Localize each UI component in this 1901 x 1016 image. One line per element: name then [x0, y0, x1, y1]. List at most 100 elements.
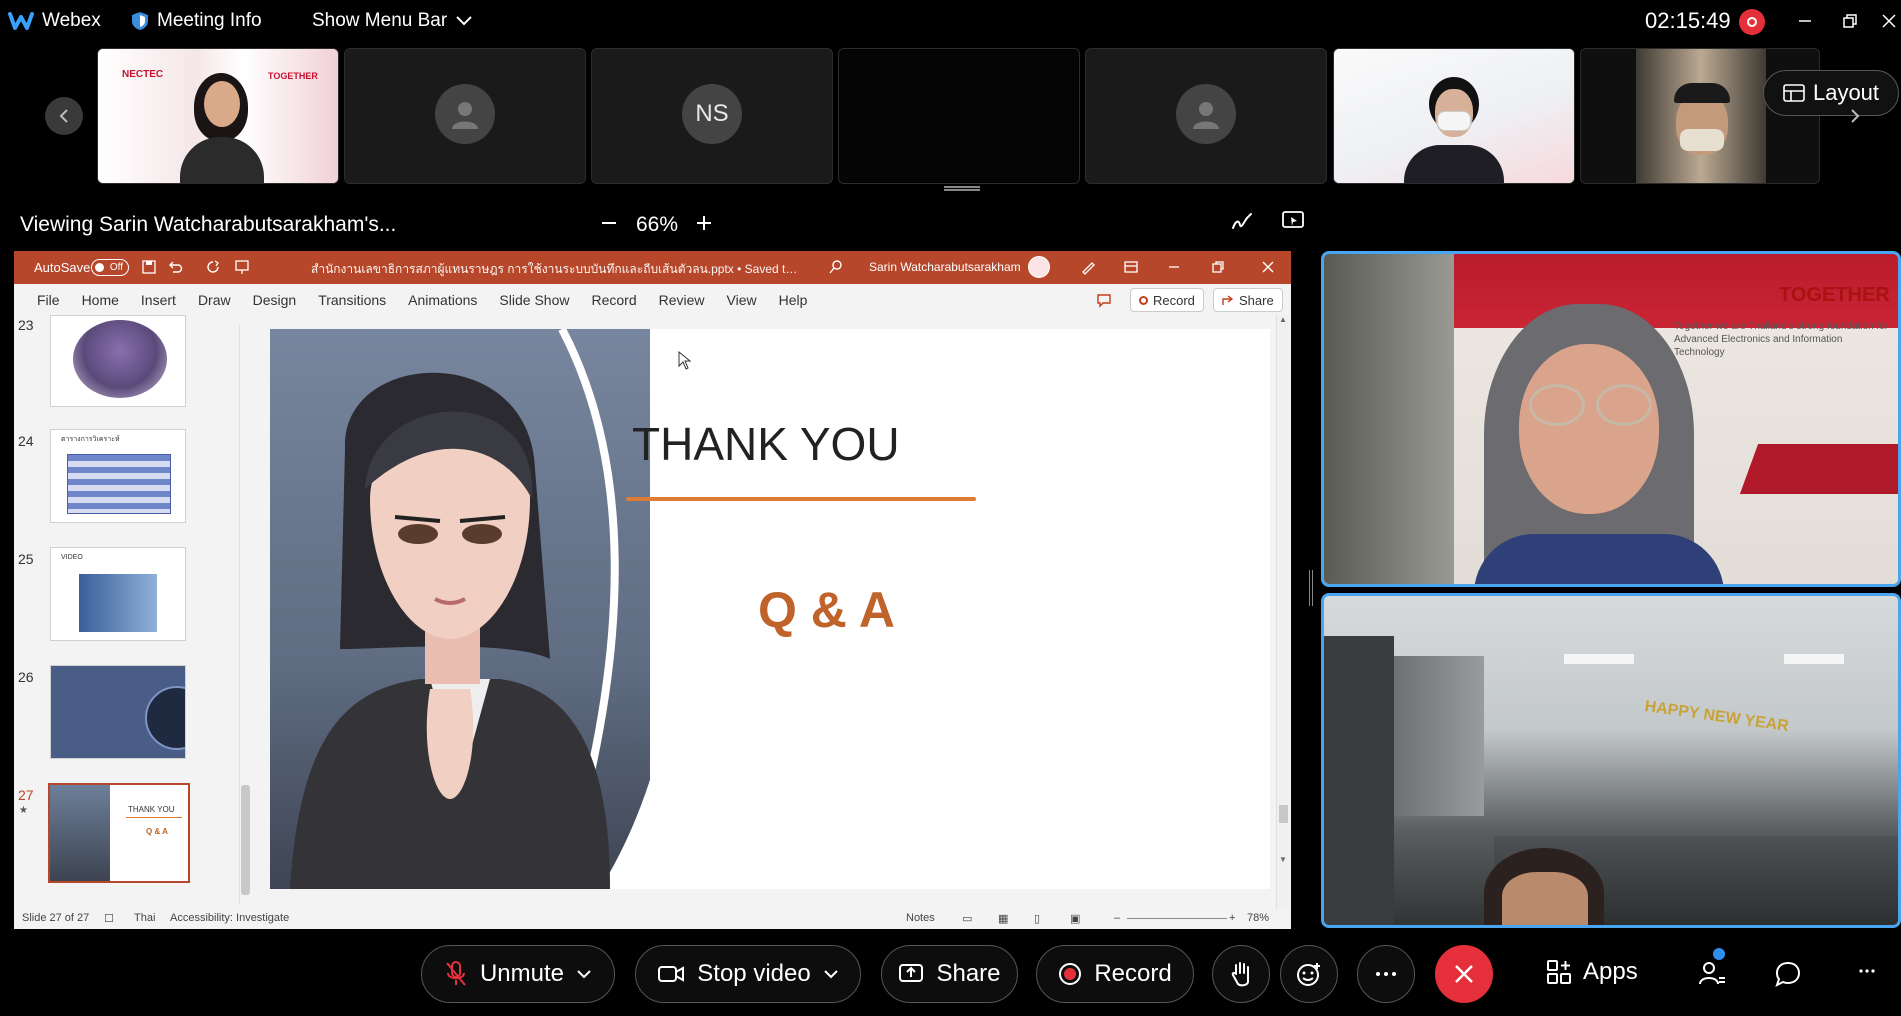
participant-thumbnail-2[interactable]: [344, 48, 586, 184]
slide-thumbnail-23[interactable]: [50, 315, 186, 407]
show-menu-bar-button[interactable]: Show Menu Bar: [312, 10, 473, 32]
reactions-button[interactable]: [1280, 945, 1338, 1003]
status-notes[interactable]: Notes: [906, 912, 935, 924]
slide-scrollbar[interactable]: ▲ ▼: [1276, 315, 1290, 909]
tile-banner-text: TOGETHER: [1779, 284, 1890, 306]
participant-thumbnail-4[interactable]: [838, 48, 1080, 184]
menu-help[interactable]: Help: [768, 292, 819, 308]
slide-thumbnail-24[interactable]: ตารางการวิเคราะห์: [50, 429, 186, 523]
star-icon: ★: [19, 805, 28, 816]
slide-thumbnail-26[interactable]: [50, 665, 186, 759]
person-body: [1474, 534, 1724, 584]
thumb-title: THANK YOU: [128, 805, 175, 814]
undo-icon[interactable]: [167, 259, 183, 275]
search-icon[interactable]: [828, 259, 844, 275]
slide-sorter-icon[interactable]: ▦: [998, 912, 1008, 925]
spellcheck-icon[interactable]: ☐: [104, 912, 114, 925]
ppt-record-button[interactable]: Record: [1130, 288, 1204, 312]
menu-view[interactable]: View: [716, 292, 768, 308]
menu-animations[interactable]: Animations: [397, 292, 488, 308]
save-icon[interactable]: [141, 259, 157, 275]
leave-meeting-button[interactable]: [1435, 945, 1493, 1003]
normal-view-icon[interactable]: ▭: [962, 912, 972, 925]
designer-icon[interactable]: [1080, 259, 1096, 275]
menu-design[interactable]: Design: [242, 292, 308, 308]
zoom-out-button[interactable]: [596, 210, 622, 236]
record-button[interactable]: Record: [1036, 945, 1194, 1003]
zoom-slider[interactable]: [1127, 918, 1227, 919]
slide-thumbnail-25[interactable]: VIDEO: [50, 547, 186, 641]
office-window: [1324, 636, 1394, 925]
overflow-menu-button[interactable]: [1858, 968, 1876, 974]
minimize-button[interactable]: [1787, 6, 1823, 36]
panel-resize-handle[interactable]: [1309, 570, 1313, 606]
ppt-restore-icon[interactable]: [1210, 259, 1226, 275]
ppt-close-icon[interactable]: [1260, 259, 1276, 275]
comments-icon[interactable]: [1096, 292, 1112, 308]
remote-control-button[interactable]: [1281, 210, 1305, 232]
meeting-info-button[interactable]: Meeting Info: [131, 10, 262, 32]
zoom-in-small[interactable]: +: [1229, 912, 1235, 924]
menu-file[interactable]: File: [26, 292, 71, 308]
slide-thumbnail-27[interactable]: THANK YOU Q & A: [48, 783, 190, 883]
prev-participants-button[interactable]: [45, 97, 83, 135]
mic-muted-icon: [444, 960, 468, 988]
ppt-minimize-icon[interactable]: [1166, 259, 1182, 275]
resize-handle[interactable]: [944, 186, 980, 191]
participant-thumbnail-5[interactable]: [1085, 48, 1327, 184]
menu-review[interactable]: Review: [648, 292, 716, 308]
apps-button[interactable]: Apps: [1545, 958, 1638, 986]
participants-button[interactable]: [1697, 948, 1727, 988]
menu-slide-show[interactable]: Slide Show: [488, 292, 580, 308]
ribbon-display-icon[interactable]: [1123, 259, 1139, 275]
unmute-button[interactable]: Unmute: [421, 945, 615, 1003]
status-accessibility[interactable]: Accessibility: Investigate: [170, 912, 289, 924]
annotate-button[interactable]: [1230, 210, 1254, 234]
zoom-out-small[interactable]: –: [1114, 912, 1120, 924]
menu-record[interactable]: Record: [580, 292, 647, 308]
ppt-record-label: Record: [1153, 292, 1195, 308]
mouse-cursor-icon: [678, 351, 692, 370]
zoom-level: 66%: [636, 213, 679, 236]
status-language[interactable]: Thai: [134, 912, 155, 924]
slideshow-view-icon[interactable]: ▣: [1070, 912, 1080, 925]
reading-view-icon[interactable]: ▯: [1034, 912, 1040, 925]
layout-button[interactable]: Layout: [1763, 70, 1899, 116]
menu-transitions[interactable]: Transitions: [307, 292, 397, 308]
chevron-down-icon[interactable]: [576, 969, 592, 979]
autosave-toggle[interactable]: Off: [91, 259, 129, 276]
video-tile-office[interactable]: HAPPY NEW YEAR: [1321, 593, 1901, 928]
record-dot-icon: [1139, 295, 1148, 305]
share-button[interactable]: Share: [881, 945, 1018, 1003]
close-window-button[interactable]: [1877, 6, 1901, 36]
participant-thumbnail-6[interactable]: [1333, 48, 1575, 184]
zoom-in-button[interactable]: [691, 210, 717, 236]
redo-icon[interactable]: [205, 259, 221, 275]
chevron-down-icon[interactable]: [823, 969, 839, 979]
raise-hand-button[interactable]: [1212, 945, 1270, 1003]
chat-button[interactable]: [1774, 960, 1802, 988]
participant-thumbnail-7[interactable]: [1580, 48, 1820, 184]
video-camera-icon: [657, 964, 685, 984]
recording-indicator-icon: [1739, 9, 1765, 35]
participant-thumbnail-3[interactable]: NS: [591, 48, 833, 184]
restore-button[interactable]: [1832, 6, 1868, 36]
slide-number: 25: [18, 551, 34, 567]
participant-thumbnail-1[interactable]: NECTEC TOGETHER: [97, 48, 339, 184]
next-participants-button[interactable]: [1836, 97, 1874, 135]
menu-home[interactable]: Home: [71, 292, 130, 308]
slide-number: 24: [18, 433, 34, 449]
thumbnails-scrollbar[interactable]: [239, 325, 251, 905]
video-tile-speaker[interactable]: TOGETHER Together we are Thailand's stro…: [1321, 251, 1901, 587]
ppt-share-button[interactable]: Share: [1213, 288, 1283, 312]
present-icon[interactable]: [234, 259, 250, 275]
more-options-button[interactable]: [1357, 945, 1415, 1003]
user-avatar[interactable]: [1028, 256, 1050, 278]
stop-video-label: Stop video: [697, 960, 811, 987]
person-face: [1502, 872, 1588, 925]
menu-draw[interactable]: Draw: [187, 292, 242, 308]
stop-video-button[interactable]: Stop video: [635, 945, 861, 1003]
menu-insert[interactable]: Insert: [130, 292, 187, 308]
chat-bubble-icon: [1774, 960, 1802, 988]
webex-menu[interactable]: Webex: [8, 10, 101, 32]
